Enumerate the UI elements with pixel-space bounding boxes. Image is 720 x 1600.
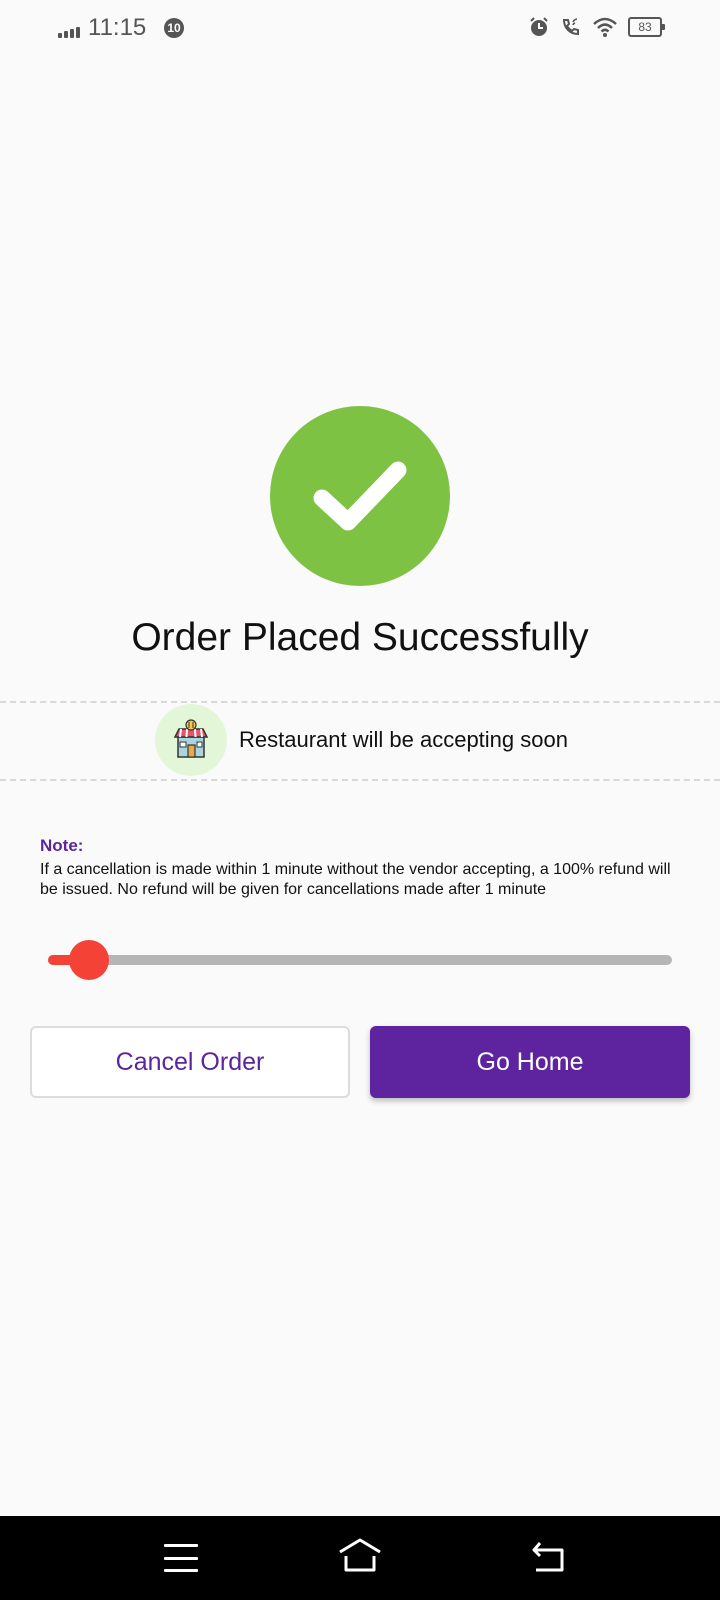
- restaurant-status-row: Restaurant will be accepting soon: [155, 704, 568, 776]
- note-title: Note:: [40, 836, 84, 855]
- slider-track: [48, 955, 672, 965]
- divider-bottom: [0, 779, 720, 781]
- battery-icon: 83: [628, 17, 665, 37]
- wifi-icon: [593, 17, 617, 37]
- success-check-icon: [270, 406, 450, 586]
- restaurant-icon: [155, 704, 227, 776]
- slider-thumb[interactable]: [68, 940, 109, 980]
- status-bar: 11:15 10 83: [0, 0, 720, 58]
- divider-top: [0, 701, 720, 703]
- system-nav-bar: [0, 1516, 720, 1600]
- wifi-call-icon: [562, 18, 579, 36]
- restaurant-status-text: Restaurant will be accepting soon: [239, 727, 568, 752]
- status-icons: 83: [528, 16, 665, 38]
- cancel-order-button[interactable]: Cancel Order: [30, 1026, 350, 1098]
- page-title: Order Placed Successfully: [131, 616, 589, 659]
- status-time: 11:15: [88, 14, 147, 41]
- home-icon[interactable]: [336, 1536, 384, 1574]
- note-block: Note: If a cancellation is made within 1…: [40, 836, 680, 900]
- cancellation-timer-slider[interactable]: [48, 940, 672, 980]
- alarm-icon: [530, 17, 548, 36]
- back-icon[interactable]: [530, 1540, 568, 1574]
- signal-icon: [58, 27, 80, 38]
- go-home-button[interactable]: Go Home: [370, 1026, 690, 1098]
- notification-count-badge: 10: [164, 18, 184, 38]
- menu-icon[interactable]: [164, 1544, 198, 1572]
- note-text: If a cancellation is made within 1 minut…: [40, 861, 671, 898]
- check-icon: [313, 461, 407, 531]
